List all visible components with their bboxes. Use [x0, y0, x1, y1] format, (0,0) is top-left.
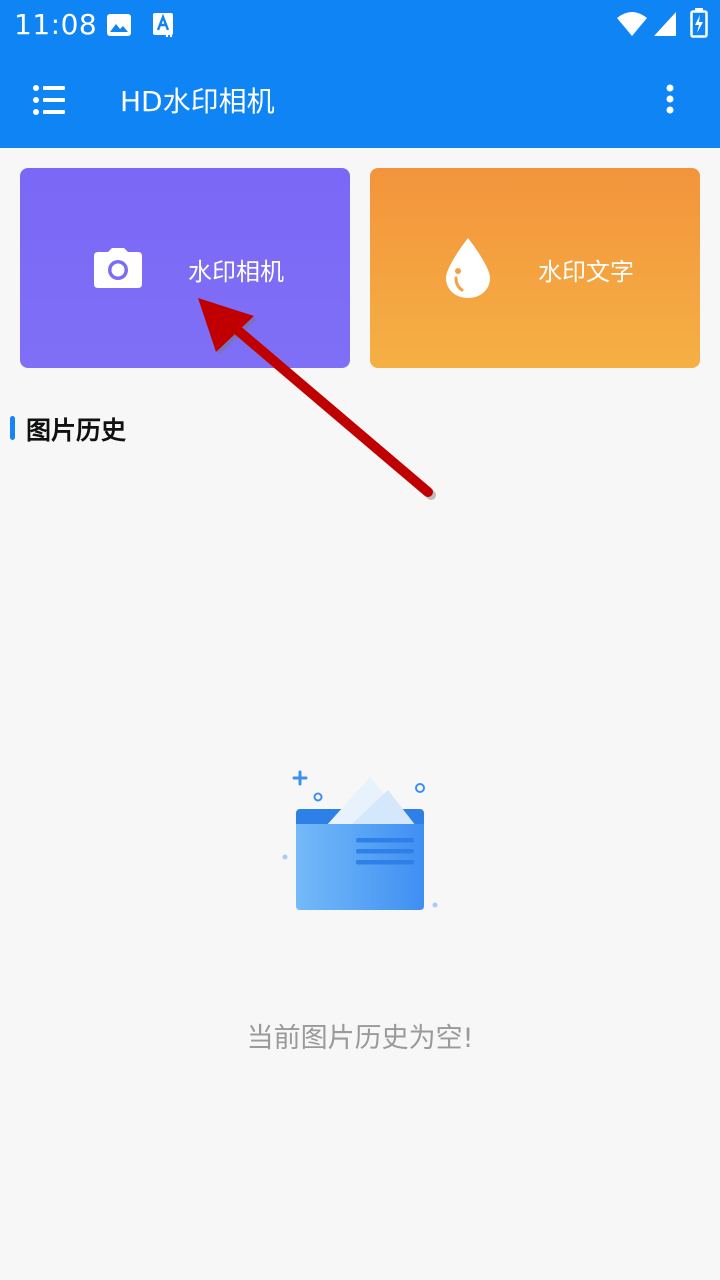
wifi-icon: [616, 10, 648, 42]
overflow-menu-button[interactable]: [654, 80, 686, 120]
signal-icon: [652, 10, 678, 42]
status-time: 11:08: [14, 8, 98, 41]
watermark-camera-card[interactable]: 水印相机: [20, 168, 350, 368]
status-bar: 11:08: [0, 0, 720, 52]
history-section-title: 图片历史: [26, 416, 127, 445]
app-bar: HD水印相机: [0, 52, 720, 148]
watermark-camera-label: 水印相机: [188, 258, 284, 286]
menu-button[interactable]: [30, 80, 70, 120]
empty-folder-icon: [278, 770, 442, 916]
more-vertical-icon: [666, 84, 674, 114]
watermark-text-label: 水印文字: [538, 258, 634, 286]
battery-charging-icon: [690, 8, 708, 42]
water-drop-icon: [446, 238, 490, 298]
image-icon: [106, 12, 132, 42]
menu-list-icon: [33, 85, 65, 115]
section-indicator: [10, 416, 15, 440]
text-recognition-icon: [152, 12, 174, 42]
app-title: HD水印相机: [120, 85, 275, 118]
camera-icon: [94, 248, 142, 288]
watermark-text-card[interactable]: 水印文字: [370, 168, 700, 368]
empty-history-message: 当前图片历史为空!: [246, 1023, 474, 1054]
